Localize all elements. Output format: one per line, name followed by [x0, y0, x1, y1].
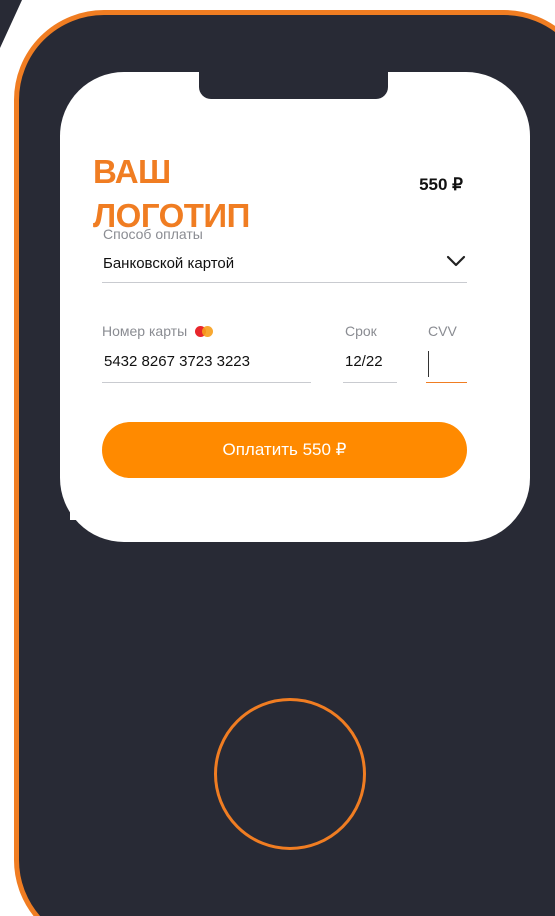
payment-method-label: Способ оплаты — [103, 226, 203, 242]
expiry-underline — [343, 382, 397, 383]
expiry-label: Срок — [345, 323, 377, 339]
logo-text: ВАШ ЛОГОТИП — [93, 153, 250, 234]
payment-method-underline — [102, 282, 467, 283]
expiry-input[interactable]: 12/22 — [345, 353, 383, 370]
card-number-label: Номер карты — [102, 323, 215, 339]
chevron-down-icon[interactable] — [444, 252, 468, 270]
cvv-underline — [426, 382, 467, 383]
phone-notch — [199, 72, 388, 99]
card-number-underline — [102, 382, 311, 383]
mastercard-icon — [195, 325, 215, 337]
screen-edge — [70, 420, 100, 520]
order-price: 550 ₽ — [419, 175, 463, 194]
pay-button[interactable]: Оплатить 550 ₽ — [102, 422, 467, 478]
phone-mockup-scene: ВАШ ЛОГОТИП 550 ₽ Способ оплаты Банковск… — [0, 0, 555, 916]
cvv-label: CVV — [428, 323, 457, 339]
card-number-label-text: Номер карты — [102, 323, 188, 339]
text-cursor — [428, 351, 429, 377]
payment-method-select[interactable]: Банковской картой — [103, 255, 234, 272]
card-number-input[interactable]: 5432 8267 3723 3223 — [104, 353, 250, 370]
home-button[interactable] — [214, 698, 366, 850]
